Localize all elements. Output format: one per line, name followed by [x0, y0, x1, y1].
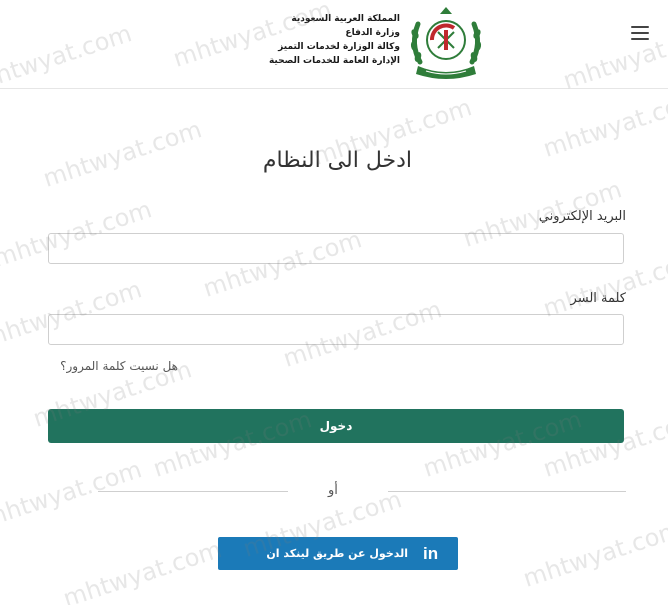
ministry-emblem-icon — [410, 7, 482, 79]
org-line-2: وزارة الدفاع — [345, 28, 400, 38]
email-input[interactable] — [48, 233, 624, 264]
hamburger-menu-icon[interactable] — [631, 26, 649, 40]
watermark-text: mhtwyat.com — [539, 85, 668, 163]
divider-left — [98, 491, 288, 492]
linkedin-login-button[interactable]: الدخول عن طريق لينكد ان in — [218, 537, 458, 570]
password-input[interactable] — [48, 314, 624, 345]
linkedin-icon: in — [423, 544, 439, 563]
org-line-1: المملكة العربية السعودية — [291, 14, 400, 24]
watermark-text: mhtwyat.com — [59, 535, 226, 605]
organization-name: المملكة العربية السعودية وزارة الدفاع وك… — [260, 12, 400, 68]
email-label: البريد الإلكتروني — [538, 209, 626, 224]
password-label: كلمة السر — [570, 291, 626, 306]
top-header: المملكة العربية السعودية وزارة الدفاع وك… — [0, 0, 668, 89]
linkedin-login-label: الدخول عن طريق لينكد ان — [266, 547, 408, 560]
watermark-text: mhtwyat.com — [0, 455, 146, 533]
login-button[interactable]: دخول — [48, 409, 624, 443]
or-separator: أو — [328, 483, 338, 498]
forgot-password-link[interactable]: هل نسيت كلمة المرور؟ — [20, 359, 178, 373]
org-line-3: وكالة الوزارة لخدمات التميز — [278, 42, 400, 52]
org-line-4: الإدارة العامة للخدمات الصحية — [268, 56, 400, 66]
divider-right — [388, 491, 626, 492]
watermark-text: mhtwyat.com — [519, 515, 668, 593]
page-title: ادخل الى النظام — [262, 148, 412, 173]
